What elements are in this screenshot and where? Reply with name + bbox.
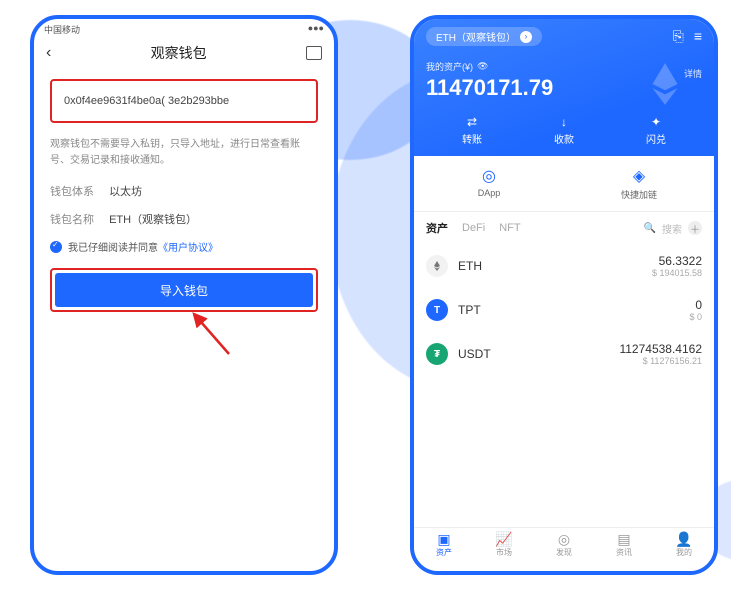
import-button-highlight: 导入钱包 — [50, 268, 318, 312]
scan-icon[interactable] — [306, 46, 322, 60]
news-icon: ▤ — [594, 532, 654, 546]
compass-nav-icon: ◎ — [534, 532, 594, 546]
usdt-icon: ₮ — [426, 343, 448, 365]
eye-icon[interactable]: 👁 — [477, 61, 488, 72]
checkbox-checked-icon[interactable] — [50, 241, 62, 253]
phone-right: ETH（观察钱包） › ⎘ ≡ 详情 我的资产(¥) 👁 11470171.79… — [410, 15, 718, 575]
asset-amount: 0 — [689, 298, 702, 312]
menu-icon[interactable]: ≡ — [694, 28, 702, 45]
chain-label: 钱包体系 — [50, 186, 94, 198]
name-label: 钱包名称 — [50, 214, 94, 226]
phone-left: 中国移动 ●●● ‹ 观察钱包 0x0f4ee9631f4be0a( 3e2b2… — [30, 15, 338, 575]
compass-icon: ◎ — [414, 166, 564, 186]
eth-icon — [426, 255, 448, 277]
receive-icon: ↓ — [518, 115, 610, 129]
swap-icon: ✦ — [610, 115, 702, 129]
asset-fiat: $ 11276156.21 — [619, 356, 702, 366]
transfer-button[interactable]: ⇄转账 — [426, 115, 518, 146]
dapp-shortcut[interactable]: ◎DApp — [414, 166, 564, 201]
transfer-icon: ⇄ — [426, 115, 518, 129]
asset-symbol: ETH — [458, 259, 482, 273]
link-icon: ◈ — [564, 166, 714, 186]
tab-nft[interactable]: NFT — [499, 222, 520, 234]
status-bar: 中国移动 ●●● — [34, 19, 334, 37]
name-value: ETH（观察钱包） — [109, 214, 197, 226]
asset-symbol: USDT — [458, 347, 491, 361]
asset-symbol: TPT — [458, 303, 481, 317]
import-wallet-button[interactable]: 导入钱包 — [55, 273, 313, 307]
wallet-pill-label: ETH（观察钱包） — [436, 29, 516, 44]
wallet-name-row: 钱包名称 ETH（观察钱包） — [50, 211, 318, 227]
search-icon[interactable]: 🔍 — [644, 223, 656, 234]
nav-mine[interactable]: 👤我的 — [654, 528, 714, 571]
chain-row: 钱包体系 以太坊 — [50, 183, 318, 199]
tab-assets[interactable]: 资产 — [426, 220, 448, 236]
nav-market[interactable]: 📈市场 — [474, 528, 534, 571]
receive-button[interactable]: ↓收款 — [518, 115, 610, 146]
chevron-right-icon: › — [520, 31, 532, 43]
asset-row-tpt[interactable]: T TPT 0$ 0 — [426, 288, 702, 332]
bottom-nav: ▣资产 📈市场 ◎发现 ▤资讯 👤我的 — [414, 527, 714, 571]
asset-amount: 11274538.4162 — [619, 342, 702, 356]
search-placeholder[interactable]: 搜索 — [662, 221, 682, 236]
agree-prefix: 我已仔细阅读并同意 — [68, 239, 158, 254]
chain-value: 以太坊 — [109, 186, 142, 198]
wallet-selector[interactable]: ETH（观察钱包） › — [426, 27, 542, 46]
swap-button[interactable]: ✦闪兑 — [610, 115, 702, 146]
tpt-icon: T — [426, 299, 448, 321]
nav-discover[interactable]: ◎发现 — [534, 528, 594, 571]
asset-fiat: $ 194015.58 — [652, 268, 702, 278]
camera-icon[interactable]: ⎘ — [673, 28, 684, 45]
page-title: 观察钱包 — [151, 43, 207, 63]
chart-icon: 📈 — [474, 532, 534, 546]
status-carrier: 中国移动 — [44, 23, 80, 37]
wallet-header: ETH（观察钱包） › ⎘ ≡ 详情 我的资产(¥) 👁 11470171.79… — [414, 19, 714, 156]
nav-news[interactable]: ▤资讯 — [594, 528, 654, 571]
user-icon: 👤 — [654, 532, 714, 546]
asset-row-eth[interactable]: ETH 56.3322$ 194015.58 — [426, 244, 702, 288]
back-icon[interactable]: ‹ — [46, 44, 51, 62]
asset-row-usdt[interactable]: ₮ USDT 11274538.4162$ 11276156.21 — [426, 332, 702, 376]
address-input[interactable]: 0x0f4ee9631f4be0a( 3e2b293bbe — [50, 79, 318, 123]
nav-assets[interactable]: ▣资产 — [414, 528, 474, 571]
asset-amount: 56.3322 — [652, 254, 702, 268]
asset-label: 我的资产(¥) — [426, 60, 473, 73]
addchain-shortcut[interactable]: ◈快捷加链 — [564, 166, 714, 201]
user-agreement-link[interactable]: 《用户协议》 — [158, 239, 218, 254]
tab-defi[interactable]: DeFi — [462, 222, 485, 234]
agreement-row[interactable]: 我已仔细阅读并同意 《用户协议》 — [50, 239, 318, 254]
status-signal: ●●● — [308, 23, 324, 37]
note-text: 观察钱包不需要导入私钥，只导入地址，进行日常查看账号、交易记录和接收通知。 — [50, 137, 318, 169]
wallet-icon: ▣ — [414, 532, 474, 546]
asset-fiat: $ 0 — [689, 312, 702, 322]
add-asset-button[interactable]: ＋ — [688, 221, 702, 235]
